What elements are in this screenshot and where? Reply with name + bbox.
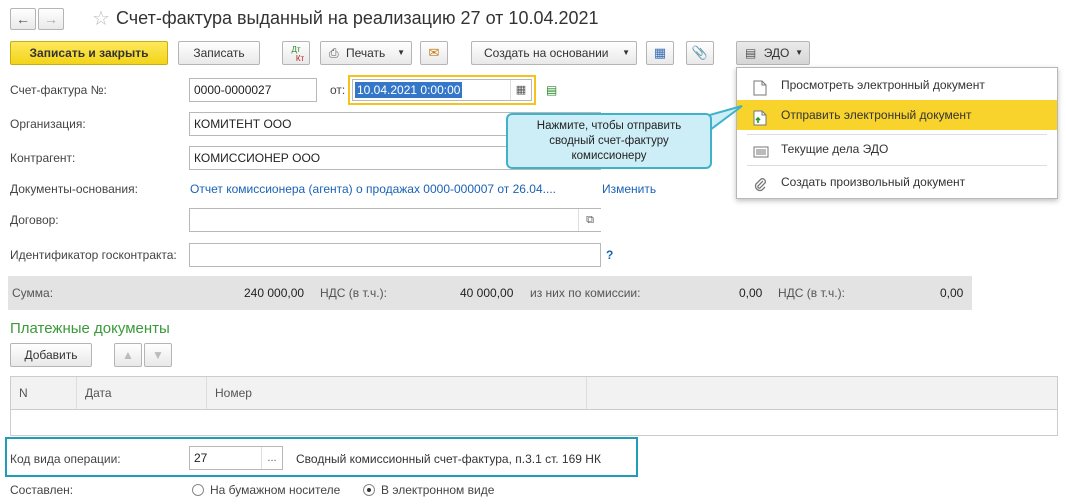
gos-contract-input[interactable] <box>189 243 601 267</box>
paperclip-icon: 📎 <box>691 45 709 60</box>
from-label: от: <box>330 83 346 97</box>
paper-radio-label[interactable]: На бумажном носителе <box>210 483 340 497</box>
favorite-star-icon[interactable]: ☆ <box>92 6 110 31</box>
summary-bar: Сумма: 240 000,00 НДС (в т.ч.): 40 000,0… <box>8 276 972 310</box>
contract-input[interactable] <box>189 208 601 232</box>
tooltip-line-1: Нажмите, чтобы отправить <box>536 120 682 132</box>
back-button[interactable]: ← <box>10 8 36 30</box>
date-value: 10.04.2021 0:00:00 <box>355 82 463 98</box>
menu-separator <box>747 165 1047 166</box>
create-based-on-button[interactable]: Создать на основании ▼ <box>471 41 637 65</box>
basis-documents-label: Документы-основания: <box>10 182 138 196</box>
contractor-label: Контрагент: <box>10 151 76 165</box>
commission-label: из них по комиссии: <box>530 286 641 300</box>
document-status-icon[interactable]: ▤ <box>546 83 557 97</box>
add-payment-button[interactable]: Добавить <box>10 343 92 367</box>
menu-item-view-edoc[interactable]: Просмотреть электронный документ <box>737 70 1057 100</box>
menu-item-label: Отправить электронный документ <box>781 108 972 122</box>
edo-icon: ▤ <box>745 46 757 60</box>
window-title: Счет-фактура выданный на реализацию 27 о… <box>116 8 599 28</box>
print-label: Печать <box>345 46 386 60</box>
menu-item-label: Создать произвольный документ <box>781 175 966 189</box>
arrow-left-icon: ← <box>16 11 30 27</box>
tooltip-pointer <box>706 105 743 132</box>
column-header-number[interactable]: Номер <box>207 377 587 409</box>
payments-table-header: N Дата Номер <box>11 377 1057 410</box>
sum-value: 240 000,00 <box>244 286 305 300</box>
payments-title: Платежные документы <box>10 320 170 337</box>
payments-table[interactable]: N Дата Номер <box>10 376 1058 436</box>
vat2-label: НДС (в т.ч.): <box>778 286 845 300</box>
vat2-value: 0,00 <box>940 286 964 300</box>
move-up-button[interactable]: ▲ <box>114 343 142 367</box>
sum-label: Сумма: <box>12 286 54 300</box>
dt-label: Дт <box>291 45 301 54</box>
paper-radio[interactable] <box>192 484 204 496</box>
chevron-down-icon: ▼ <box>397 48 405 57</box>
menu-item-label: Текущие дела ЭДО <box>781 142 889 156</box>
invoice-number-label: Счет-фактура №: <box>10 83 107 97</box>
menu-item-create-arbitrary[interactable]: Создать произвольный документ <box>737 167 1057 197</box>
hierarchy-icon: ▦ <box>653 45 667 60</box>
contract-label: Договор: <box>10 213 59 227</box>
document-icon <box>753 77 769 96</box>
dt-kt-button[interactable]: Дт Кт <box>282 41 310 65</box>
tooltip-callout: Нажмите, чтобы отправить сводный счет-фа… <box>506 113 712 169</box>
date-input[interactable]: 10.04.2021 0:00:00 ▦ <box>352 79 532 101</box>
vat-value: 40 000,00 <box>460 286 514 300</box>
invoice-number-input[interactable]: 0000-0000027 <box>189 78 317 102</box>
kt-label: Кт <box>295 54 305 63</box>
save-and-close-button[interactable]: Записать и закрыть <box>10 41 168 65</box>
electronic-radio[interactable] <box>363 484 375 496</box>
send-document-icon <box>753 107 769 126</box>
move-down-button[interactable]: ▼ <box>144 343 172 367</box>
forward-button[interactable]: → <box>38 8 64 30</box>
structure-button[interactable]: ▦ <box>646 41 674 65</box>
change-link[interactable]: Изменить <box>602 182 656 196</box>
create-based-on-label: Создать на основании <box>484 46 609 60</box>
edo-dropdown-menu: Просмотреть электронный документ Отправи… <box>736 67 1058 199</box>
operation-description: Сводный комиссионный счет-фактура, п.3.1… <box>296 452 601 466</box>
gos-contract-label: Идентификатор госконтракта: <box>10 248 177 262</box>
email-button[interactable]: ✉ <box>420 41 448 65</box>
edo-button[interactable]: ▤ ЭДО ▼ <box>736 41 810 65</box>
calendar-icon[interactable]: ▦ <box>510 80 531 100</box>
save-button[interactable]: Записать <box>178 41 260 65</box>
arrow-right-icon: → <box>44 11 58 27</box>
menu-item-edo-tasks[interactable]: Текущие дела ЭДО <box>737 134 1057 164</box>
column-header-date[interactable]: Дата <box>77 377 207 409</box>
print-button[interactable]: ⎙ Печать ▼ <box>320 41 412 65</box>
open-contract-icon[interactable]: ⧉ <box>578 209 601 231</box>
basis-document-link[interactable]: Отчет комиссионера (агента) о продажах 0… <box>190 182 556 196</box>
vat-label: НДС (в т.ч.): <box>320 286 387 300</box>
operation-code-label: Код вида операции: <box>10 452 121 466</box>
printer-icon: ⎙ <box>329 46 339 60</box>
tooltip-line-2: сводный счет-фактуру <box>549 135 669 147</box>
envelope-icon: ✉ <box>428 45 440 60</box>
menu-item-label: Просмотреть электронный документ <box>781 78 985 92</box>
paperclip-icon <box>753 174 769 192</box>
arrow-down-icon: ▼ <box>152 348 164 362</box>
composed-label: Составлен: <box>10 483 74 497</box>
attach-button[interactable]: 📎 <box>686 41 714 65</box>
column-header-n[interactable]: N <box>11 377 77 409</box>
edo-label: ЭДО <box>763 46 790 60</box>
organization-label: Организация: <box>10 117 86 131</box>
electronic-radio-label[interactable]: В электронном виде <box>381 483 494 497</box>
arrow-up-icon: ▲ <box>122 348 134 362</box>
tasks-icon <box>753 141 769 158</box>
chevron-down-icon: ▼ <box>795 48 803 57</box>
help-icon[interactable]: ? <box>606 248 613 262</box>
tooltip-line-3: комиссионеру <box>571 150 647 162</box>
chevron-down-icon: ▼ <box>622 48 630 57</box>
operation-code-value: 27 <box>194 451 208 465</box>
select-operation-button[interactable]: ... <box>261 447 282 469</box>
menu-item-send-edoc[interactable]: Отправить электронный документ <box>737 100 1057 130</box>
commission-value: 0,00 <box>739 286 763 300</box>
operation-code-input[interactable]: 27 ... <box>189 446 283 470</box>
